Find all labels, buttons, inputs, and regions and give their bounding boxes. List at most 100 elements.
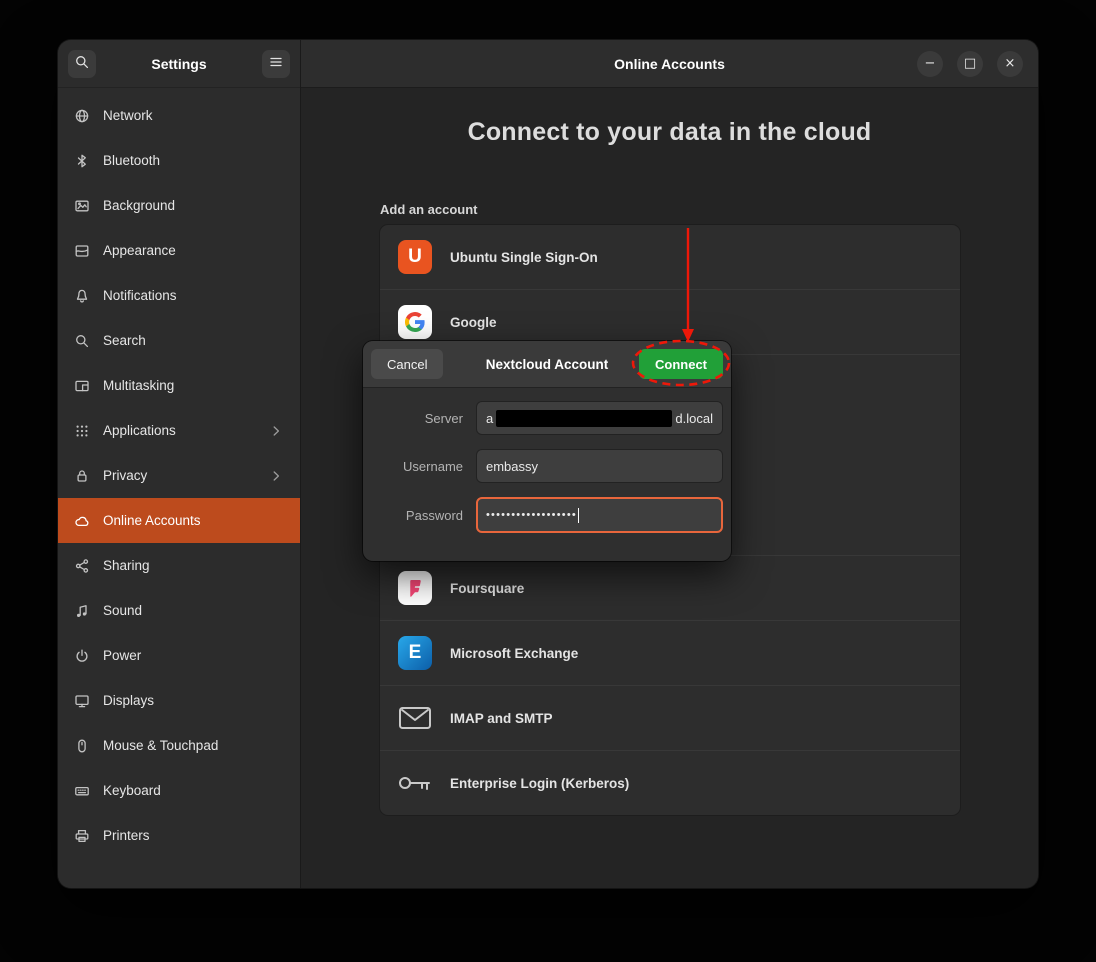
- google-icon: [396, 305, 434, 339]
- settings-window: Settings Network Bluetooth Background Appea…: [58, 40, 1038, 888]
- account-label: Microsoft Exchange: [450, 646, 578, 661]
- text-cursor: [578, 508, 579, 523]
- sidebar-item-label: Mouse & Touchpad: [103, 738, 284, 753]
- background-icon: [74, 198, 90, 214]
- ubuntu-sso-icon: U: [396, 240, 434, 274]
- sound-icon: [74, 603, 90, 619]
- sidebar-title: Settings: [104, 56, 254, 72]
- sidebar-item-label: Power: [103, 648, 284, 663]
- sidebar-item-network[interactable]: Network: [58, 93, 300, 138]
- network-icon: [74, 108, 90, 124]
- username-label: Username: [363, 459, 463, 474]
- online-accounts-icon: [74, 513, 90, 529]
- sidebar-item-sound[interactable]: Sound: [58, 588, 300, 633]
- sidebar-item-keyboard[interactable]: Keyboard: [58, 768, 300, 813]
- chevron-right-icon: [268, 468, 284, 484]
- main-headerbar: Online Accounts −□×: [301, 40, 1038, 88]
- sidebar-item-appearance[interactable]: Appearance: [58, 228, 300, 273]
- close-icon: ×: [1005, 57, 1016, 70]
- bluetooth-icon: [74, 153, 90, 169]
- sidebar-item-label: Privacy: [103, 468, 255, 483]
- dialog-body: Server a d.local Username embassy Passwo…: [363, 388, 731, 547]
- sidebar-item-notifications[interactable]: Notifications: [58, 273, 300, 318]
- ms-exchange-icon: E: [396, 636, 434, 670]
- window-controls: − □ ×: [917, 51, 1023, 77]
- sidebar-item-label: Applications: [103, 423, 255, 438]
- sidebar-item-search[interactable]: Search: [58, 318, 300, 363]
- kerberos-icon: [396, 771, 434, 795]
- sidebar-item-printers[interactable]: Printers: [58, 813, 300, 858]
- server-value-prefix: a: [486, 411, 493, 426]
- sidebar-item-label: Printers: [103, 828, 284, 843]
- power-icon: [74, 648, 90, 664]
- sidebar-item-multitasking[interactable]: Multitasking: [58, 363, 300, 408]
- account-row-microsoft-exchange[interactable]: E Microsoft Exchange: [380, 620, 960, 685]
- sidebar-item-label: Online Accounts: [103, 513, 284, 528]
- applications-icon: [74, 423, 90, 439]
- privacy-icon: [74, 468, 90, 484]
- password-label: Password: [363, 508, 463, 523]
- redaction-bar: [496, 410, 672, 427]
- connect-button[interactable]: Connect: [639, 349, 723, 379]
- server-input[interactable]: a d.local: [476, 401, 723, 435]
- cancel-button[interactable]: Cancel: [371, 349, 443, 379]
- close-button[interactable]: ×: [997, 51, 1023, 77]
- appearance-icon: [74, 243, 90, 259]
- username-value: embassy: [486, 459, 538, 474]
- account-label: Enterprise Login (Kerberos): [450, 776, 629, 791]
- password-masked-value: ••••••••••••••••••: [486, 509, 577, 521]
- minimize-icon: −: [925, 57, 936, 70]
- sidebar: Settings Network Bluetooth Background Appea…: [58, 40, 301, 888]
- displays-icon: [74, 693, 90, 709]
- sidebar-item-background[interactable]: Background: [58, 183, 300, 228]
- sidebar-item-displays[interactable]: Displays: [58, 678, 300, 723]
- sidebar-item-sharing[interactable]: Sharing: [58, 543, 300, 588]
- nextcloud-account-dialog: Cancel Nextcloud Account Connect Server …: [363, 341, 731, 561]
- maximize-icon: □: [964, 57, 976, 70]
- foursquare-icon: [396, 571, 434, 605]
- keyboard-icon: [74, 783, 90, 799]
- sidebar-item-online-accounts[interactable]: Online Accounts: [58, 498, 300, 543]
- server-label: Server: [363, 411, 463, 426]
- sidebar-item-label: Bluetooth: [103, 153, 284, 168]
- minimize-button[interactable]: −: [917, 51, 943, 77]
- account-row-ubuntu-single-sign-on[interactable]: UUbuntu Single Sign-On: [380, 225, 960, 289]
- sidebar-item-bluetooth[interactable]: Bluetooth: [58, 138, 300, 183]
- account-row-imap-and-smtp[interactable]: IMAP and SMTP: [380, 685, 960, 750]
- username-input[interactable]: embassy: [476, 449, 723, 483]
- sharing-icon: [74, 558, 90, 574]
- menu-button[interactable]: [262, 50, 290, 78]
- sidebar-item-mouse-touchpad[interactable]: Mouse & Touchpad: [58, 723, 300, 768]
- maximize-button[interactable]: □: [957, 51, 983, 77]
- server-value-suffix: d.local: [675, 411, 713, 426]
- sidebar-item-label: Appearance: [103, 243, 284, 258]
- sidebar-item-label: Keyboard: [103, 783, 284, 798]
- mouse-touchpad-icon: [74, 738, 90, 754]
- account-row-enterprise-login-kerberos[interactable]: Enterprise Login (Kerberos): [380, 750, 960, 815]
- chevron-right-icon: [268, 423, 284, 439]
- sidebar-item-label: Search: [103, 333, 284, 348]
- sidebar-item-label: Notifications: [103, 288, 284, 303]
- account-label: IMAP and SMTP: [450, 711, 553, 726]
- sidebar-item-privacy[interactable]: Privacy: [58, 453, 300, 498]
- sidebar-item-label: Displays: [103, 693, 284, 708]
- search-button[interactable]: [68, 50, 96, 78]
- sidebar-nav: Network Bluetooth Background Appearance Noti…: [58, 88, 300, 863]
- account-label: Google: [450, 315, 497, 330]
- hamburger-menu-icon: [268, 54, 284, 73]
- multitasking-icon: [74, 378, 90, 394]
- account-row-foursquare[interactable]: Foursquare: [380, 555, 960, 620]
- sidebar-item-label: Multitasking: [103, 378, 284, 393]
- sidebar-item-power[interactable]: Power: [58, 633, 300, 678]
- accounts-bottom: Foursquare E Microsoft Exchange IMAP and SM…: [380, 555, 960, 815]
- add-account-label: Add an account: [380, 202, 478, 217]
- password-input[interactable]: ••••••••••••••••••: [476, 497, 723, 533]
- page-title: Connect to your data in the cloud: [301, 118, 1038, 147]
- sidebar-item-label: Sound: [103, 603, 284, 618]
- search-icon: [74, 54, 90, 73]
- sidebar-item-applications[interactable]: Applications: [58, 408, 300, 453]
- account-label: Foursquare: [450, 581, 524, 596]
- sidebar-item-label: Network: [103, 108, 284, 123]
- sidebar-header: Settings: [58, 40, 300, 88]
- imap-smtp-icon: [396, 705, 434, 731]
